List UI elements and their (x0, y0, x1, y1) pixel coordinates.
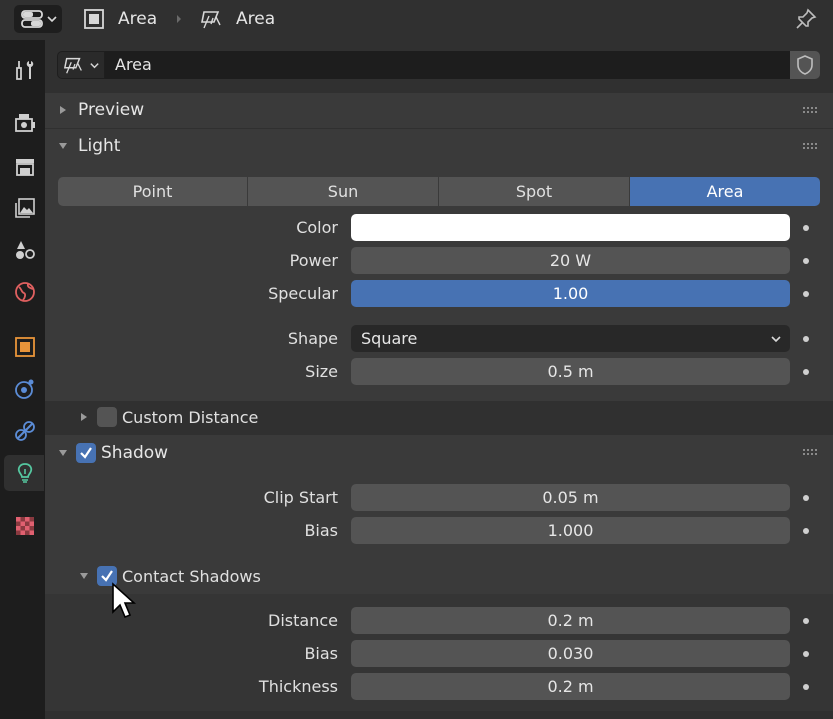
tab-physics[interactable] (4, 371, 44, 407)
specular-label: Specular (268, 284, 338, 303)
tab-output[interactable] (4, 148, 44, 184)
properties-editor-icon (21, 10, 43, 28)
bulb-icon (17, 463, 33, 483)
light-type-sun[interactable]: Sun (248, 177, 438, 206)
shape-label: Shape (287, 329, 338, 348)
collapsed-arrow-icon[interactable] (79, 412, 89, 422)
panel-preview-title: Preview (78, 100, 145, 120)
contact-bias-field[interactable]: 0.030 (351, 640, 790, 667)
object-icon (84, 9, 104, 29)
clip-start-field[interactable]: 0.05 m (351, 484, 790, 511)
keyframe-dot[interactable] (803, 495, 809, 501)
printer-icon (16, 159, 34, 176)
pin-icon[interactable] (794, 7, 818, 31)
tab-tool[interactable] (4, 52, 44, 88)
contact-distance-label: Distance (268, 611, 338, 630)
fake-user-button[interactable] (790, 51, 820, 79)
contact-shadows-title: Contact Shadows (122, 567, 261, 586)
properties-tabs (0, 40, 45, 719)
light-type-point[interactable]: Point (58, 177, 247, 206)
object-icon (15, 337, 35, 357)
shape-dropdown[interactable]: Square (351, 325, 790, 352)
color-label: Color (296, 218, 338, 237)
size-field[interactable]: 0.5 m (351, 358, 790, 385)
light-type-area[interactable]: Area (630, 177, 820, 206)
keyframe-dot[interactable] (803, 369, 809, 375)
tab-texture[interactable] (4, 508, 44, 544)
checkmark-icon (80, 447, 92, 459)
mouse-cursor-icon (112, 582, 137, 619)
breadcrumb-separator-icon (177, 15, 181, 23)
keyframe-dot[interactable] (803, 528, 809, 534)
tab-light-data[interactable] (4, 455, 44, 491)
power-label: Power (289, 251, 338, 270)
collapsed-arrow-icon (60, 106, 66, 114)
expanded-arrow-icon[interactable] (79, 571, 89, 581)
keyframe-dot[interactable] (803, 651, 809, 657)
light-type-spot[interactable]: Spot (439, 177, 629, 206)
color-swatch[interactable] (351, 214, 790, 241)
tab-view-layer[interactable] (4, 190, 44, 226)
custom-distance-checkbox[interactable] (97, 407, 117, 427)
breadcrumb-light-data: Area (236, 9, 276, 29)
shape-value: Square (361, 329, 418, 348)
world-icon (15, 282, 35, 302)
checker-icon (16, 517, 34, 535)
contact-bias-label: Bias (304, 644, 338, 663)
power-field[interactable]: 20 W (351, 247, 790, 274)
specular-field[interactable]: 1.00 (351, 280, 790, 307)
panel-shadow-header[interactable]: Shadow (45, 435, 833, 471)
tab-divider (4, 96, 40, 98)
image-icon (15, 198, 35, 218)
clip-start-label: Clip Start (263, 488, 338, 507)
keyframe-dot[interactable] (803, 618, 809, 624)
tab-constraints[interactable] (4, 413, 44, 449)
tab-object[interactable] (4, 329, 44, 365)
panel-light-title: Light (78, 136, 121, 156)
chevron-down-icon (47, 16, 57, 23)
expanded-arrow-icon (59, 143, 67, 149)
panel-shadow-title: Shadow (101, 443, 169, 463)
properties-header: Area Area (0, 0, 833, 40)
physics-icon (15, 379, 34, 399)
size-label: Size (305, 362, 338, 381)
keyframe-dot[interactable] (803, 291, 809, 297)
chevron-down-icon (771, 336, 781, 343)
drag-grip-icon[interactable] (803, 449, 819, 457)
tab-scene[interactable] (4, 232, 44, 268)
contact-thickness-field[interactable]: 0.2 m (351, 673, 790, 700)
editor-type-button[interactable] (14, 5, 62, 33)
keyframe-dot[interactable] (803, 336, 809, 342)
drag-grip-icon[interactable] (803, 107, 819, 115)
scene-icon (16, 241, 35, 259)
chevron-down-icon (90, 63, 99, 69)
area-light-icon (63, 57, 82, 74)
expanded-arrow-icon (59, 450, 67, 456)
render-icon (15, 114, 35, 132)
shadow-bias-label: Bias (304, 521, 338, 540)
tab-render[interactable] (4, 105, 44, 141)
drag-grip-icon[interactable] (803, 143, 819, 151)
area-light-icon (201, 11, 221, 29)
keyframe-dot[interactable] (803, 225, 809, 231)
keyframe-dot[interactable] (803, 258, 809, 264)
datablock-name-field[interactable]: Area (105, 51, 790, 79)
contact-distance-field[interactable]: 0.2 m (351, 607, 790, 634)
breadcrumb-object: Area (118, 9, 158, 29)
panel-light-header[interactable]: Light (45, 129, 833, 164)
panel-preview-header[interactable]: Preview (45, 93, 833, 128)
shield-icon (797, 55, 813, 75)
tab-divider (4, 320, 40, 322)
light-type-browse-button[interactable] (57, 51, 105, 79)
shadow-bias-field[interactable]: 1.000 (351, 517, 790, 544)
contact-thickness-label: Thickness (258, 677, 338, 696)
constraint-icon (15, 421, 35, 441)
tab-world[interactable] (4, 274, 44, 310)
wrench-icon (16, 61, 34, 80)
custom-distance-label: Custom Distance (122, 408, 259, 427)
keyframe-dot[interactable] (803, 684, 809, 690)
shadow-checkbox[interactable] (76, 443, 96, 463)
